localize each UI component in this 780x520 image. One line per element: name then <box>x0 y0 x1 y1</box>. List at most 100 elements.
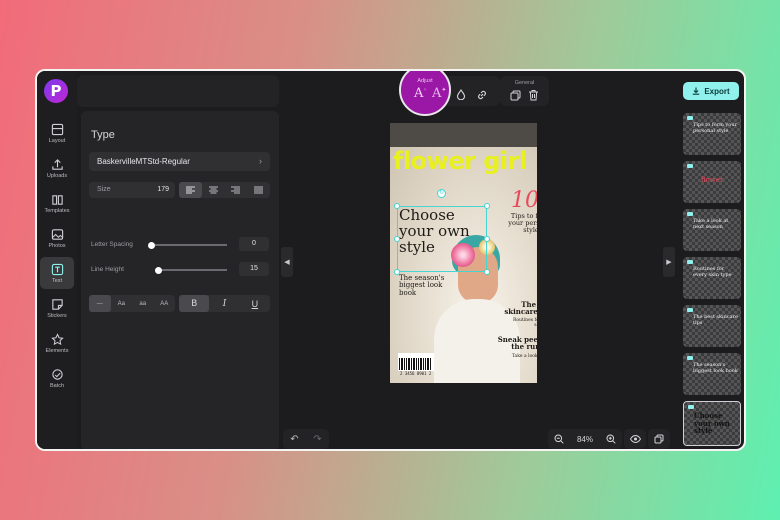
rail-label: Templates <box>44 207 70 214</box>
line-height-value[interactable]: 15 <box>239 262 269 276</box>
layer-thumb-4[interactable]: Routines for every skin type <box>683 257 741 299</box>
italic-button[interactable]: I <box>209 295 239 312</box>
thumb-text: Routines for every skin type <box>693 266 732 278</box>
underline-button[interactable]: U <box>240 295 270 312</box>
align-left-button[interactable] <box>179 182 202 198</box>
layers-icon[interactable] <box>654 434 664 444</box>
layer-thumb-7[interactable]: Choose your own style <box>683 401 741 446</box>
text-effect-icon[interactable]: A◦ <box>414 86 427 101</box>
layer-thumb-6[interactable]: The season's biggest look book <box>683 353 741 395</box>
text-layer-tag <box>687 308 693 312</box>
line-height-slider[interactable] <box>155 266 227 274</box>
align-center-button[interactable] <box>202 182 225 198</box>
resize-handle-bl[interactable] <box>394 269 400 275</box>
rotate-handle[interactable]: ↻ <box>437 189 446 198</box>
caret-left-icon: ◀ <box>284 259 290 266</box>
rail-label: Text <box>51 277 63 284</box>
export-button[interactable]: Export <box>683 82 739 100</box>
line-height-knob[interactable] <box>155 266 163 274</box>
align-center-icon <box>208 186 218 194</box>
layer-thumb-1[interactable]: Tips to form your personal style <box>683 113 741 155</box>
preview-group <box>624 429 646 449</box>
rail-item-elements[interactable]: Elements <box>40 327 74 359</box>
text-layer-tag <box>687 356 693 360</box>
case-title-button[interactable]: Aa <box>111 295 133 312</box>
rail-item-templates[interactable]: Templates <box>40 187 74 219</box>
barcode <box>398 353 434 371</box>
link-icon[interactable] <box>476 89 488 101</box>
trash-icon[interactable] <box>528 89 539 101</box>
align-right-icon <box>231 186 241 194</box>
collapse-right-panel-button[interactable]: ▶ <box>663 247 675 277</box>
resize-handle-tl[interactable] <box>394 203 400 209</box>
rail-item-batch[interactable]: Batch <box>40 362 74 394</box>
case-upper-button[interactable]: AA <box>154 295 176 312</box>
resize-handle-r[interactable] <box>484 236 490 242</box>
zoom-out-icon[interactable] <box>554 434 564 444</box>
redo-icon[interactable]: ↷ <box>313 434 321 445</box>
resize-handle-l[interactable] <box>394 236 400 242</box>
star-icon <box>50 332 64 345</box>
templates-icon <box>51 194 63 205</box>
rail-item-photos[interactable]: Photos <box>40 222 74 254</box>
history-group: ↶ ↷ <box>283 429 329 449</box>
cover-sub-headline[interactable]: The season's biggest look book <box>399 274 459 297</box>
case-lower-button[interactable]: aa <box>132 295 154 312</box>
collapse-left-panel-button[interactable]: ◀ <box>281 247 293 277</box>
font-size-field[interactable]: Size 179 <box>89 182 175 198</box>
font-family-value: BaskervilleMTStd-Regular <box>97 157 190 166</box>
rail-label: Stickers <box>47 312 67 319</box>
batch-icon <box>51 368 63 380</box>
rail-item-layout[interactable]: Layout <box>40 117 74 149</box>
letter-spacing-knob[interactable] <box>147 241 155 249</box>
text-case-group: — Aa aa AA <box>89 295 175 312</box>
eye-icon[interactable] <box>629 435 641 443</box>
canvas-page[interactable]: flower girl Choose your own style The se… <box>390 123 537 383</box>
cover-title[interactable]: flower girl <box>393 147 527 175</box>
logo-letter: P <box>50 82 62 100</box>
app-logo[interactable]: P <box>44 79 68 103</box>
layer-thumb-2[interactable]: flower <box>683 161 741 203</box>
resize-handle-tr[interactable] <box>484 203 490 209</box>
text-icon <box>51 263 63 275</box>
line-height-label: Line Height <box>91 266 124 273</box>
resize-handle-br[interactable] <box>484 269 490 275</box>
runway-sub[interactable]: Take a look at next season <box>505 354 537 364</box>
layer-thumb-5[interactable]: The best skincare tips <box>683 305 741 347</box>
align-justify-icon <box>254 186 264 194</box>
editor-window: P Layout Uploads Templates Photos Text S… <box>35 69 746 451</box>
type-panel: Type BaskervilleMTStd-Regular › Size 179… <box>81 111 279 449</box>
layer-thumb-3[interactable]: Take a look at next season <box>683 209 741 251</box>
text-effect-alt-icon[interactable]: A✦ <box>432 86 446 101</box>
bold-button[interactable]: B <box>179 295 210 312</box>
font-family-select[interactable]: BaskervilleMTStd-Regular › <box>89 152 270 171</box>
rail-item-stickers[interactable]: Stickers <box>40 292 74 324</box>
droplet-icon[interactable] <box>456 89 466 100</box>
caret-right-icon: ▶ <box>666 259 672 266</box>
duplicate-icon[interactable] <box>510 90 521 101</box>
align-right-button[interactable] <box>225 182 248 198</box>
cover-ten[interactable]: 10 <box>511 188 537 213</box>
photo-icon <box>51 228 63 240</box>
rail-item-uploads[interactable]: Uploads <box>40 152 74 184</box>
selection-box[interactable] <box>397 206 487 272</box>
text-layer-tag <box>687 164 693 168</box>
align-justify-button[interactable] <box>247 182 270 198</box>
barcode-number: 2 3456 8901 2 <box>400 371 432 376</box>
zoom-in-icon[interactable] <box>606 434 616 444</box>
cover-tips-text[interactable]: Tips to form your personal style <box>508 213 537 234</box>
case-none-button[interactable]: — <box>89 295 111 312</box>
letter-spacing-value[interactable]: 0 <box>239 237 269 251</box>
skincare-title[interactable]: The best skincare tips <box>495 301 537 316</box>
skincare-sub[interactable]: Routines for every skin type <box>505 318 537 328</box>
thumb-text: flower <box>701 176 724 184</box>
pages-group <box>648 429 670 449</box>
undo-icon[interactable]: ↶ <box>290 434 298 445</box>
rail-label: Elements <box>45 347 69 354</box>
adjust-highlight: Adjust A◦ A✦ <box>399 71 451 116</box>
text-layer-tag <box>688 405 694 409</box>
rail-item-text[interactable]: Text <box>40 257 74 289</box>
thumb-text: The season's biggest look book <box>693 362 738 374</box>
runway-title[interactable]: Sneak peek on the runway <box>485 336 537 351</box>
letter-spacing-slider[interactable] <box>147 241 227 249</box>
